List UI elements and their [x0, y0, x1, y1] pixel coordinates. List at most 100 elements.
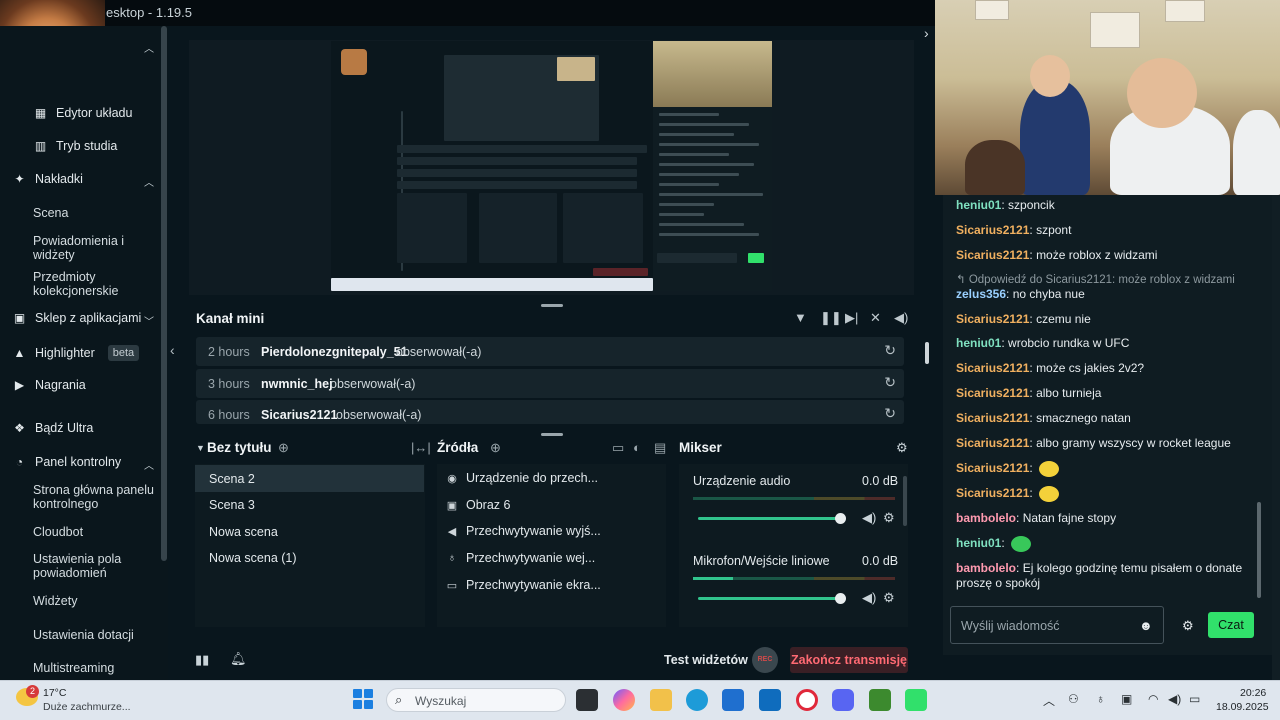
mixer-scrollbar[interactable] [903, 476, 907, 526]
task-view-icon[interactable] [576, 689, 598, 711]
gear-icon[interactable]: ⚙ [1182, 618, 1194, 634]
clock-date[interactable]: 18.09.2025 [1216, 701, 1269, 713]
volume-slider[interactable] [698, 597, 840, 600]
file-explorer-icon[interactable] [650, 689, 672, 711]
store-icon[interactable] [722, 689, 744, 711]
replay-icon[interactable]: ↻ [884, 342, 896, 359]
volume-slider[interactable] [698, 517, 840, 520]
pause-icon[interactable]: ❚❚ [820, 310, 842, 326]
chevron-up-icon[interactable]: ︿ [1043, 692, 1055, 709]
chevron-up-icon[interactable]: ︿ [144, 174, 154, 189]
opera-icon[interactable] [796, 689, 818, 711]
chat-scrollbar[interactable] [1257, 502, 1261, 598]
scene-item[interactable]: Nowa scena [195, 518, 424, 545]
gear-icon[interactable]: ⚙ [883, 590, 895, 606]
chat-username[interactable]: Sicarius2121 [956, 436, 1029, 450]
taskbar-search[interactable]: ⌕ Wyszukaj [386, 688, 566, 712]
weather-temperature[interactable]: 17°C [43, 687, 66, 699]
source-item[interactable]: ▭ Przechwytywanie ekra... [446, 578, 601, 592]
replay-icon[interactable]: ↻ [884, 405, 896, 422]
volume-icon[interactable]: ◀) [1168, 692, 1181, 706]
chat-username[interactable]: zelus356 [956, 287, 1006, 301]
microphone-icon[interactable]: ♁ [1096, 692, 1105, 706]
performance-stats-icon[interactable]: ▮▮ [195, 652, 209, 668]
source-item[interactable]: ◀ Przechwytywanie wyjś... [446, 524, 601, 538]
chevron-down-icon[interactable]: ▼ [196, 443, 205, 453]
sidebar-item-overlays[interactable]: ✦ Nakładki [13, 172, 82, 186]
gear-icon[interactable]: ⚙ [896, 440, 908, 456]
scene-item[interactable]: Nowa scena (1) [195, 544, 424, 571]
chat-username[interactable]: Sicarius2121 [956, 486, 1029, 500]
chat-username[interactable]: bambolelo [956, 511, 1016, 525]
chat-username[interactable]: heniu01 [956, 198, 1001, 212]
source-item[interactable]: ◉ Urządzenie do przech... [446, 471, 598, 485]
add-scene-icon[interactable]: ⊕ [278, 440, 289, 456]
speaker-icon[interactable]: ◀) [862, 590, 876, 606]
scene-item[interactable]: Scena 2 [195, 465, 424, 492]
replay-icon[interactable]: ↻ [884, 374, 896, 391]
add-source-icon[interactable]: ⊕ [490, 440, 501, 456]
resize-handle[interactable] [541, 433, 563, 436]
chevron-up-icon[interactable]: ︿ [144, 457, 154, 472]
outlook-icon[interactable] [759, 689, 781, 711]
filter-icon[interactable]: ▼ [794, 310, 807, 325]
chevron-up-icon[interactable]: ︿ [144, 40, 154, 55]
chat-username[interactable]: heniu01 [956, 536, 1001, 550]
windows-start-icon[interactable] [353, 689, 373, 709]
sidebar-item-layout-editor[interactable]: ▦ Edytor układu [34, 106, 133, 120]
chat-username[interactable]: Sicarius2121 [956, 461, 1029, 475]
chevron-down-icon[interactable]: ﹀ [144, 313, 154, 328]
volume-slider-handle[interactable] [835, 593, 846, 604]
record-button[interactable]: REC [752, 647, 778, 673]
source-item[interactable]: ▣ Obraz 6 [446, 498, 511, 512]
chat-send-button[interactable]: Czat [1208, 612, 1254, 638]
discord-icon[interactable] [832, 689, 854, 711]
sidebar-item-widgets[interactable]: Widżety [33, 594, 77, 608]
sidebar-item-alertbox-settings[interactable]: Ustawienia pola powiadomień [33, 552, 158, 580]
sidebar-item-scene[interactable]: Scena [33, 206, 68, 220]
sidebar-item-ultra[interactable]: ❖ Bądź Ultra [13, 421, 93, 435]
sidebar-item-dashboard[interactable]: ◔ Panel kontrolny [13, 455, 121, 469]
emoji-icon[interactable]: ☻ [1139, 618, 1153, 633]
chat-username[interactable]: Sicarius2121 [956, 312, 1029, 326]
selective-recording-icon[interactable]: ▭ [612, 440, 624, 456]
gear-icon[interactable]: ⚙ [883, 510, 895, 526]
sidebar-item-recordings[interactable]: ▶ Nagrania [13, 378, 86, 392]
source-item[interactable]: ♁ Przechwytywanie wej... [446, 551, 595, 565]
sidebar-scrollbar[interactable] [161, 26, 167, 561]
copilot-icon[interactable] [613, 689, 635, 711]
chevron-right-icon[interactable]: › [924, 25, 929, 41]
chevron-left-icon[interactable]: ‹ [170, 342, 175, 358]
speaker-icon[interactable]: ◀) [862, 510, 876, 526]
sidebar-item-collectibles[interactable]: Przedmioty kolekcjonerskie [33, 270, 158, 298]
chat-message-input[interactable] [961, 617, 1131, 635]
sidebar-item-dashboard-home[interactable]: Strona główna panelu kontrolnego [33, 483, 158, 511]
minecraft-icon[interactable] [869, 689, 891, 711]
battery-icon[interactable]: ▭ [1189, 692, 1200, 706]
chat-username[interactable]: Sicarius2121 [956, 248, 1029, 262]
chat-username[interactable]: Sicarius2121 [956, 361, 1029, 375]
mute-alerts-icon[interactable]: ✕ [870, 310, 881, 326]
end-stream-button[interactable]: Zakończ transmisję [790, 647, 908, 673]
resize-handle[interactable] [541, 304, 563, 307]
sidebar-item-donation-settings[interactable]: Ustawienia dotacji [33, 628, 134, 642]
volume-slider-handle[interactable] [835, 513, 846, 524]
streamlabs-icon[interactable] [905, 689, 927, 711]
sidebar-item-multistreaming[interactable]: Multistreaming [33, 661, 114, 675]
test-widgets-button[interactable]: Test widżetów [664, 653, 748, 667]
scene-item[interactable]: Scena 3 [195, 491, 424, 518]
chat-username[interactable]: Sicarius2121 [956, 386, 1029, 400]
network-status-icon[interactable]: ⚇ [1068, 692, 1079, 706]
notification-bell-icon[interactable]: 🔔︎ [230, 651, 247, 667]
display-icon[interactable]: ▣ [1121, 692, 1132, 706]
skip-icon[interactable]: ▶| [845, 310, 858, 326]
mini-feed-scrollbar[interactable] [925, 342, 929, 364]
chat-username[interactable]: bambolelo [956, 561, 1016, 575]
wifi-icon[interactable]: ◠ [1148, 692, 1158, 706]
chat-username[interactable]: heniu01 [956, 336, 1001, 350]
weather-description[interactable]: Duże zachmurze... [43, 701, 131, 713]
sidebar-item-studio-mode[interactable]: ▥ Tryb studia [34, 139, 118, 153]
clock-time[interactable]: 20:26 [1240, 687, 1266, 699]
sidebar-item-highlighter[interactable]: ▲ Highlighter beta [13, 345, 140, 361]
source-visibility-icon[interactable]: ◐ [633, 440, 641, 455]
